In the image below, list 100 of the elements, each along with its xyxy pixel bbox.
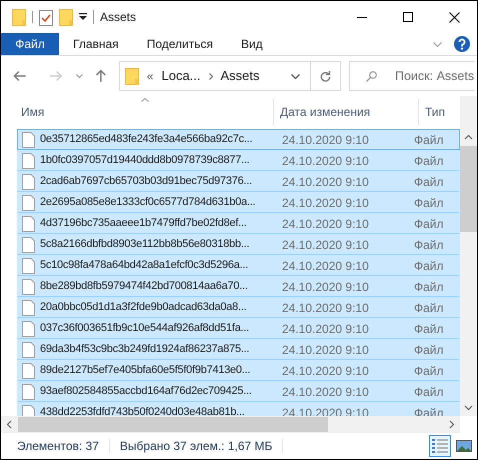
up-arrow-icon[interactable]	[95, 69, 107, 83]
column-header[interactable]: Дата изменения	[274, 99, 419, 125]
file-row[interactable]: 89de2127b5ef7e405bfa60e5f5f0f9b7413e0... 24.10.2020 9:10 Файл	[17, 360, 460, 381]
dropdown-icon[interactable]	[79, 13, 87, 21]
type-cell-text: Файл	[413, 152, 444, 170]
date-cell-text: 24.10.2020 9:10	[281, 362, 370, 380]
file-name: 0e35712865ed483fe243fe3a4e566ba92c7c...	[40, 132, 252, 148]
type-cell-text: Файл	[413, 132, 444, 148]
file-name: 20a0bbc05d1d1a3f2fde9b0adcad63da0a8...	[40, 300, 246, 316]
file-icon	[22, 236, 35, 252]
file-row[interactable]: 2e2695a085e8e1333cf0c6577d784d631b0a... 24.10.2020 9:10 Файл	[17, 192, 460, 213]
file-row[interactable]: 037c36f003651fb9c10e544af926af8dd51fa... 24.10.2020 9:10 Файл	[17, 318, 460, 339]
file-icon	[22, 132, 35, 148]
file-row[interactable]: 4d37196bc735aaeee1b7479ffd7be02fd8ef... 24.10.2020 9:10 Файл	[17, 213, 460, 234]
overflow-chevrons[interactable]: «	[146, 67, 154, 85]
selection-info: Выбрано 37 элем.: 1,67 МБ	[120, 438, 272, 455]
ribbon-tab[interactable]: Файл	[1, 33, 59, 55]
file-icon	[22, 384, 35, 400]
new-folder-icon	[59, 8, 73, 26]
minimize-icon	[357, 16, 367, 18]
file-icon	[22, 216, 35, 232]
search-field[interactable]: Поиск: Assets	[349, 61, 475, 91]
date-cell-text: 24.10.2020 9:10	[281, 174, 370, 190]
file-icon	[22, 362, 35, 378]
file-name: 5c10c98fa478a64bd42a8a1efcf0c3d5296a...	[40, 258, 248, 274]
file-name: 93aef802584855accbd164af76d2ec709425...	[40, 384, 252, 400]
file-icon	[22, 258, 35, 274]
chevron-down-icon[interactable]	[76, 74, 84, 78]
breadcrumb[interactable]: Loca...	[161, 66, 201, 86]
address-bar[interactable]: « Loca... Assets	[118, 61, 341, 91]
file-name: 89de2127b5ef7e405bfa60e5f5f0f9b7413e0...	[40, 363, 250, 378]
close-icon	[448, 12, 460, 22]
scrollbar-thumb[interactable]	[18, 417, 328, 432]
file-row[interactable]: 0e35712865ed483fe243fe3a4e566ba92c7c... 24.10.2020 9:10 Файл	[17, 129, 460, 150]
file-icon	[22, 152, 35, 168]
file-name: 5c8a2166dbfbd8903e112bb8b56e80318bb...	[40, 237, 250, 252]
file-icon	[22, 174, 35, 190]
type-cell-text: Файл	[413, 342, 444, 358]
date-cell-text: 24.10.2020 9:10	[281, 278, 370, 296]
column-header[interactable]: Имя	[1, 99, 274, 125]
refresh-icon	[320, 70, 331, 82]
file-name: 69da3b4f53c9bc3b249fd1924af86237a875...	[40, 342, 250, 358]
file-icon	[22, 342, 35, 358]
type-cell-text: Файл	[413, 174, 444, 190]
search-icon	[366, 70, 377, 82]
file-row[interactable]: 5c10c98fa478a64bd42a8a1efcf0c3d5296a... 24.10.2020 9:10 Файл	[17, 255, 460, 276]
help-icon[interactable]	[454, 36, 470, 52]
file-name: 1b0fc0397057d19440ddd8b0978739c8877...	[40, 153, 250, 168]
date-cell-text: 24.10.2020 9:10	[281, 236, 370, 254]
date-cell-text: 24.10.2020 9:10	[281, 216, 370, 232]
type-cell-text: Файл	[413, 258, 444, 274]
file-row[interactable]: 69da3b4f53c9bc3b249fd1924af86237a875... 24.10.2020 9:10 Файл	[17, 339, 460, 360]
date-cell-text: 24.10.2020 9:10	[281, 132, 370, 148]
date-cell-text: 24.10.2020 9:10	[281, 342, 370, 358]
type-cell-text: Файл	[413, 362, 444, 380]
file-name: 4d37196bc735aaeee1b7479ffd7be02fd8ef...	[40, 216, 247, 232]
date-cell-text: 24.10.2020 9:10	[281, 258, 370, 274]
file-row[interactable]: 8be289bd8fb5979474f42bd700814aa6a70... 24.10.2020 9:10 Файл	[17, 276, 460, 297]
file-row[interactable]: 20a0bbc05d1d1a3f2fde9b0adcad63da0a8... 24.10.2020 9:10 Файл	[17, 297, 460, 318]
details-view-icon	[432, 439, 448, 453]
file-icon	[22, 300, 35, 316]
file-name: 037c36f003651fb9c10e544af926af8dd51fa...	[40, 321, 249, 336]
details-view-button[interactable]	[429, 435, 451, 457]
search-input[interactable]: Поиск: Assets	[395, 66, 475, 86]
file-name: 8be289bd8fb5979474f42bd700814aa6a70...	[40, 279, 248, 294]
type-cell-text: Файл	[413, 278, 444, 296]
file-icon	[22, 278, 35, 294]
file-row[interactable]: 2cad6ab7697cb65703b03d91bec75d97376... 24.10.2020 9:10 Файл	[17, 171, 460, 192]
date-cell-text: 24.10.2020 9:10	[281, 152, 370, 170]
file-row[interactable]: 93aef802584855accbd164af76d2ec709425... 24.10.2020 9:10 Файл	[17, 381, 460, 402]
back-arrow-icon[interactable]	[13, 70, 27, 82]
file-icon	[22, 320, 35, 336]
date-cell-text: 24.10.2020 9:10	[281, 384, 370, 400]
ribbon-tab[interactable]: Главная	[59, 33, 133, 55]
date-cell-text: 24.10.2020 9:10	[281, 320, 370, 338]
breadcrumb[interactable]: Assets	[220, 66, 260, 86]
ribbon-tab[interactable]: Поделиться	[132, 33, 227, 55]
ribbon-tab[interactable]: Вид	[226, 33, 277, 55]
type-cell-text: Файл	[413, 300, 444, 316]
file-name: 438dd2253fdfd743b50f0240d03e48ab81b...	[40, 405, 245, 416]
properties-icon[interactable]	[39, 8, 53, 26]
folder-icon	[124, 68, 139, 84]
file-name: 2e2695a085e8e1333cf0c6577d784d631b0a...	[40, 195, 256, 210]
chevron-right-icon	[208, 72, 213, 80]
file-row[interactable]: 5c8a2166dbfbd8903e112bb8b56e80318bb... 24.10.2020 9:10 Файл	[17, 234, 460, 255]
file-row[interactable]: 1b0fc0397057d19440ddd8b0978739c8877... 24.10.2020 9:10 Файл	[17, 150, 460, 171]
type-cell-text: Файл	[413, 216, 444, 232]
type-cell-text: Файл	[413, 194, 444, 212]
type-cell-text: Файл	[413, 384, 444, 400]
window-title: Assets	[100, 9, 136, 26]
thumbnails-view-icon	[456, 440, 472, 452]
file-icon	[22, 194, 35, 210]
column-header[interactable]: Тип	[419, 99, 460, 125]
file-name: 2cad6ab7697cb65703b03d91bec75d97376...	[40, 174, 252, 190]
item-count: Элементов: 37	[17, 438, 99, 455]
type-cell-text: Файл	[413, 236, 444, 254]
type-cell-text: Файл	[413, 320, 444, 338]
scrollbar-thumb[interactable]	[460, 146, 477, 232]
chevron-down-icon[interactable]	[291, 74, 300, 78]
folder-icon	[12, 8, 26, 26]
